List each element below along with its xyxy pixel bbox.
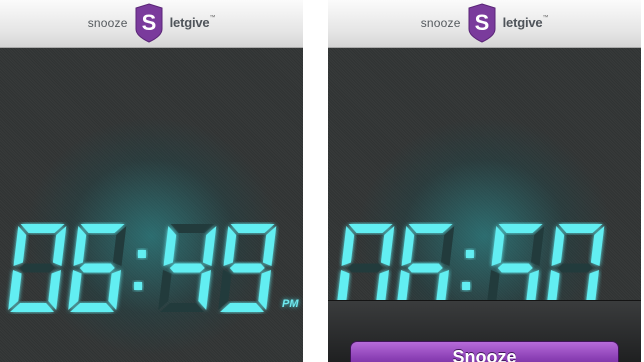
digital-clock: PM <box>0 220 303 320</box>
segment-f <box>73 226 87 266</box>
ampm-indicator: PM <box>282 298 299 310</box>
colon-dot <box>465 250 474 258</box>
clock-display: Snooze <box>328 48 641 362</box>
segment-g <box>79 263 115 273</box>
clock-digit-2 <box>396 224 455 312</box>
segment-a <box>80 224 125 233</box>
segment-g <box>229 263 265 273</box>
clock-display: PM <box>0 48 303 362</box>
segment-g <box>407 263 443 273</box>
snooze-bar: Snooze <box>328 300 641 362</box>
segment-a <box>558 224 603 233</box>
colon-dot <box>134 282 143 290</box>
brand-letgive-text: letgive™ <box>502 15 549 30</box>
segment-f <box>551 226 565 266</box>
clock-digit-4 <box>546 224 605 312</box>
segment-f <box>163 226 177 266</box>
segment-d <box>160 303 204 312</box>
header-bar: snooze S letgive™ <box>328 0 641 48</box>
segment-c <box>198 270 211 310</box>
clock-digit-3 <box>158 224 217 312</box>
brand-letgive-text: letgive™ <box>169 15 216 30</box>
segment-c <box>258 270 271 310</box>
segment-g <box>347 263 383 273</box>
brand-snooze-text: snooze <box>87 15 128 30</box>
clock-digit-4 <box>218 224 277 312</box>
segment-a <box>498 224 543 233</box>
segment-d <box>220 303 264 312</box>
segment-a <box>20 224 65 233</box>
segment-a <box>348 224 393 233</box>
logo-letter: S <box>474 10 489 35</box>
segment-g <box>497 263 533 273</box>
clock-digit-1 <box>8 224 67 312</box>
app-screen-right: snooze S letgive™ Snooze <box>328 0 641 362</box>
segment-f <box>13 226 27 266</box>
snooze-button[interactable]: Snooze <box>350 341 619 362</box>
segment-d <box>70 303 114 312</box>
segment-f <box>341 226 355 266</box>
logo-letter: S <box>141 10 156 35</box>
brand-snooze-text: snooze <box>420 15 461 30</box>
header-bar: snooze S letgive™ <box>0 0 303 48</box>
segment-g <box>19 263 55 273</box>
segment-c <box>108 270 121 310</box>
segment-g <box>169 263 205 273</box>
segment-a <box>230 224 275 233</box>
clock-digit-1 <box>336 224 395 312</box>
clock-digit-3 <box>486 224 545 312</box>
colon-dot <box>462 282 471 290</box>
colon-dot <box>137 250 146 258</box>
app-screen-left: snooze S letgive™ PM <box>0 0 303 362</box>
clock-digit-2 <box>68 224 127 312</box>
segment-f <box>223 226 237 266</box>
segment-g <box>557 263 593 273</box>
segment-f <box>401 226 415 266</box>
snooze-logo-icon: S <box>468 2 496 43</box>
segment-d <box>10 303 54 312</box>
segment-a <box>408 224 453 233</box>
segment-f <box>491 226 505 266</box>
segment-a <box>170 224 215 233</box>
segment-c <box>48 270 61 310</box>
clock-digits <box>8 224 277 312</box>
snooze-logo-icon: S <box>135 2 163 43</box>
